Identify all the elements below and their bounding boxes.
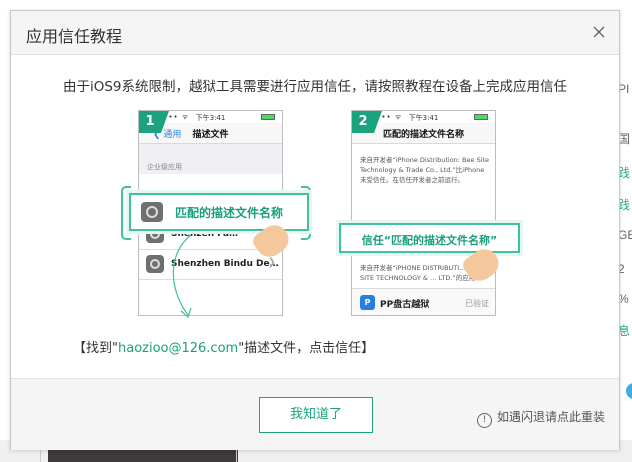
trust-tutorial-dialog: 应用信任教程 由于iOS9系统限制，越狱工具需要进行应用信任，请按照教程在设备上… xyxy=(10,10,620,450)
battery-icon xyxy=(261,114,275,120)
curved-arrow-icon xyxy=(172,234,192,319)
ok-button[interactable]: 我知道了 xyxy=(259,397,373,433)
step2-callout: 信任“匹配的描述文件名称” xyxy=(339,223,520,253)
trust-description: 来自开发者“iPhone Distribution: Bee Site Tech… xyxy=(360,156,490,184)
bg-fragment: GE xyxy=(618,228,632,242)
gear-icon xyxy=(146,255,164,273)
profile-row: Shenzhen Bindu De… ❯ xyxy=(139,250,282,280)
chevron-right-icon: ❯ xyxy=(267,257,276,268)
app-footer: P PP盘古越狱 已验证 xyxy=(352,288,495,315)
dialog-title: 应用信任教程 xyxy=(26,27,123,46)
dialog-subtitle: 由于iOS9系统限制，越狱工具需要进行应用信任，请按照教程在设备上完成应用信任 xyxy=(62,79,568,95)
instruction-prefix: 【找到" xyxy=(73,341,118,356)
info-icon: ! xyxy=(476,413,492,428)
help-text: 如遇闪退请点此重装 xyxy=(496,410,605,424)
group-label: 企业级应用 xyxy=(147,163,182,171)
step-badge: 2 xyxy=(352,111,382,133)
close-icon[interactable] xyxy=(589,22,609,42)
gear-icon xyxy=(141,202,163,222)
battery-icon xyxy=(474,114,488,120)
app-name: PP盘古越狱 xyxy=(380,300,430,310)
step1-callout: 匹配的描述文件名称 xyxy=(129,193,309,231)
instruction-note: 【找到"haozioo@126.com"描述文件，点击信任】 xyxy=(73,337,374,356)
dialog-header: 应用信任教程 xyxy=(11,11,619,55)
dialog-footer: 我知道了 ! 如遇闪退请点此重装 xyxy=(11,378,619,450)
pp-logo-icon: P xyxy=(360,295,375,310)
app-status: 已验证 xyxy=(465,299,489,308)
step-badge: 1 xyxy=(139,111,169,133)
group-header: 企业级应用 xyxy=(139,144,282,174)
callout-text: 匹配的描述文件名称 xyxy=(175,206,284,220)
step2-phone-illustration: ••••• ᯤ 下午3:41 匹配的描述文件名称 来自开发者“iPhone Di… xyxy=(351,110,496,316)
instruction-email: haozioo@126.com xyxy=(117,341,239,356)
dialog-body: 由于iOS9系统限制，越狱工具需要进行应用信任，请按照教程在设备上完成应用信任 … xyxy=(11,55,619,378)
instruction-suffix: "描述文件，点击信任】 xyxy=(238,341,375,356)
reinstall-help-link[interactable]: ! 如遇闪退请点此重装 xyxy=(476,408,605,428)
callout-text: 信任“匹配的描述文件名称” xyxy=(361,234,498,247)
